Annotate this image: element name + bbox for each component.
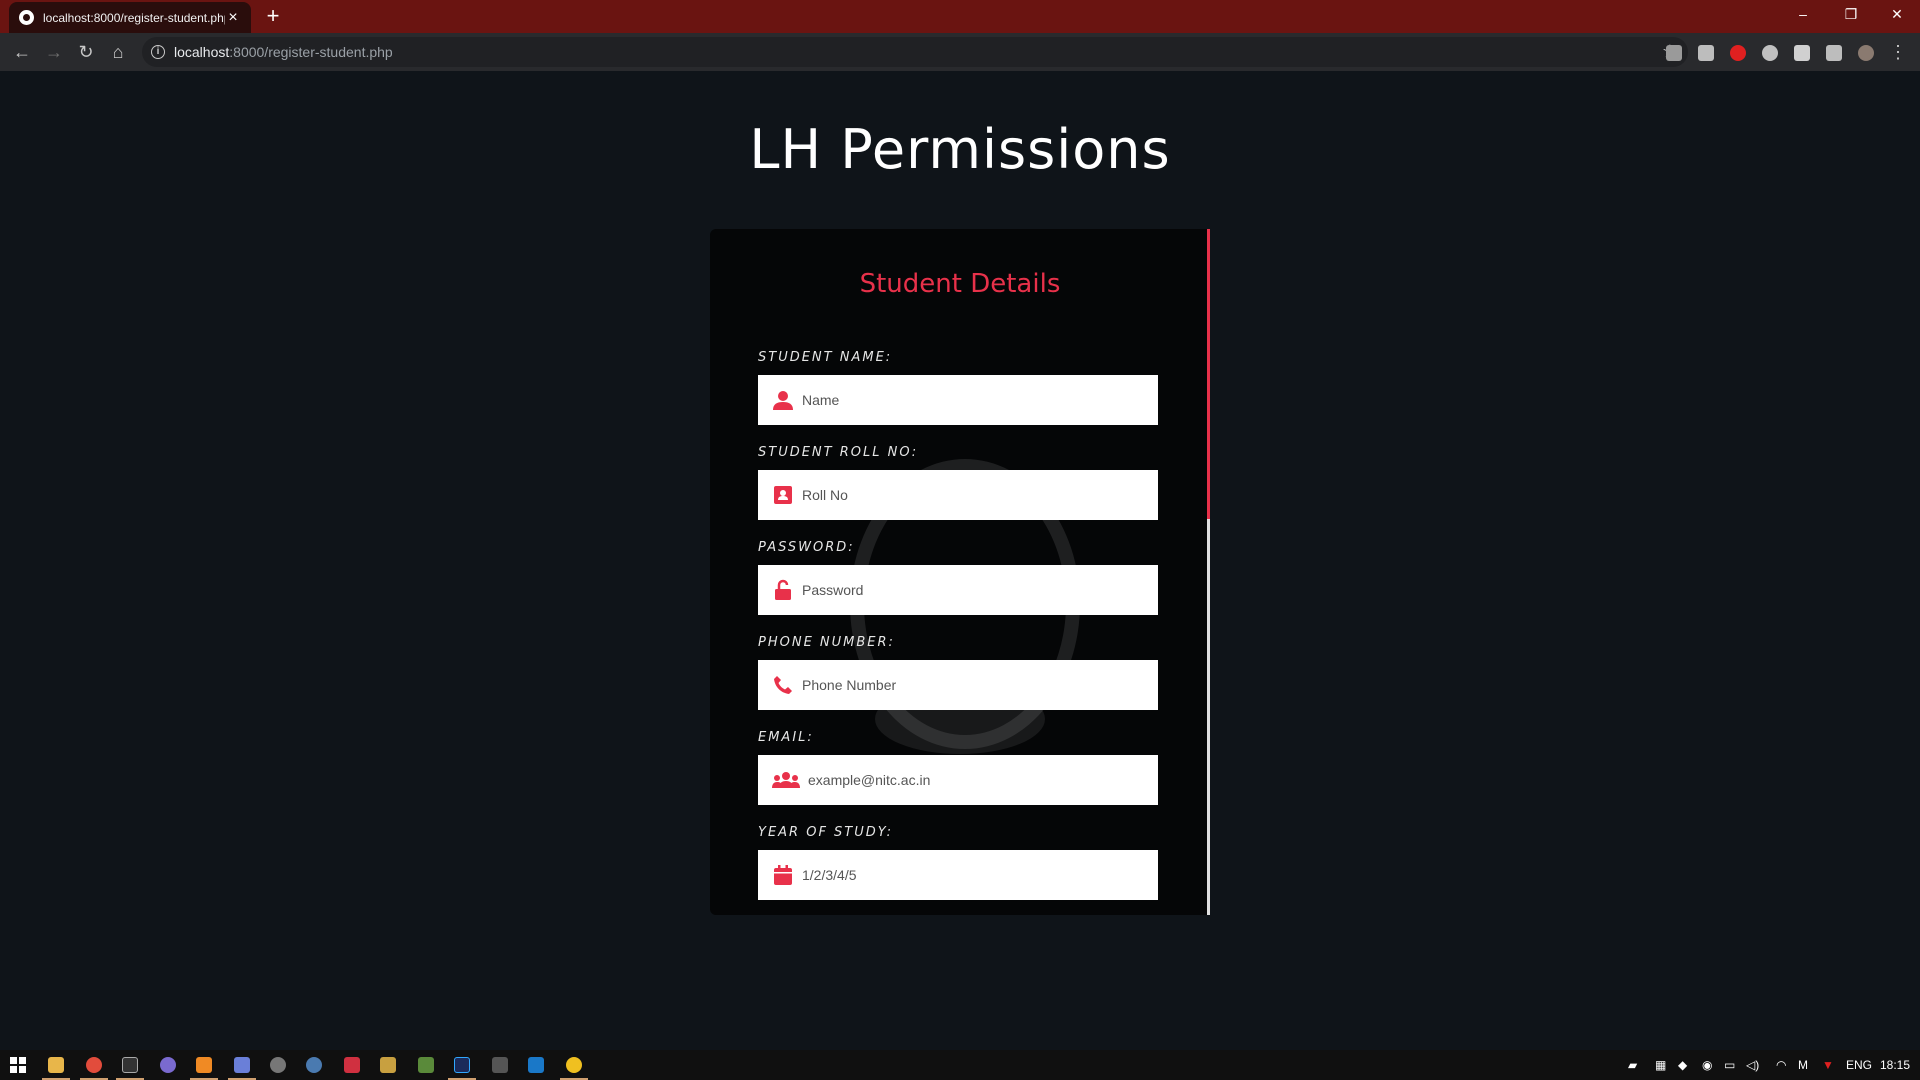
id-card-icon (772, 484, 794, 506)
extensions-puzzle-icon[interactable] (1794, 45, 1810, 61)
nvidia-icon[interactable]: ◆ (1678, 1050, 1687, 1080)
student-details-card: Student Details STUDENT NAME: STUDENT RO… (710, 229, 1210, 915)
windows-taskbar: ▰ ▦ ◆ ◉ ▭ ◁) ◠ M ▼ ENG 18:15 (0, 1050, 1920, 1080)
msi-afterburner-icon[interactable] (482, 1050, 518, 1080)
info-icon[interactable]: i (151, 45, 165, 59)
tab-title: localhost:8000/register-student.php (43, 10, 225, 25)
antivirus-icon[interactable]: ▼ (1822, 1050, 1834, 1080)
year-of-study-input[interactable] (802, 850, 1148, 900)
roll-no-field[interactable] (758, 470, 1158, 520)
year-of-study-field[interactable] (758, 850, 1158, 900)
unlock-icon (772, 579, 794, 601)
tray-keyboard-icon[interactable]: ▦ (1655, 1050, 1666, 1080)
new-tab-button[interactable]: + (262, 4, 284, 28)
year-of-study-label: YEAR OF STUDY: (758, 825, 893, 840)
eclipse-icon[interactable] (150, 1050, 186, 1080)
tab-close-button[interactable]: × (225, 9, 241, 27)
tray-app-icon[interactable]: ▰ (1628, 1050, 1637, 1080)
student-name-input[interactable] (802, 375, 1148, 425)
extension-adblock-icon[interactable] (1730, 45, 1746, 61)
card-scrollbar-thumb[interactable] (1207, 229, 1210, 519)
page-title: LH Permissions (749, 118, 1171, 181)
terminal-icon[interactable] (112, 1050, 148, 1080)
wifi-icon[interactable]: ◠ (1776, 1050, 1786, 1080)
discord-app-icon[interactable] (224, 1050, 260, 1080)
email-field[interactable] (758, 755, 1158, 805)
email-input[interactable] (808, 755, 1154, 805)
card-heading: Student Details (859, 269, 1061, 299)
phone-number-field[interactable] (758, 660, 1158, 710)
globe-icon (19, 10, 34, 25)
sublime-icon[interactable] (186, 1050, 222, 1080)
menu-kebab-icon[interactable]: ⋮ (1886, 40, 1910, 64)
email-label: EMAIL: (758, 730, 814, 745)
back-arrow-icon[interactable]: ← (10, 40, 34, 64)
outlook-icon[interactable] (518, 1050, 554, 1080)
password-input[interactable] (802, 565, 1148, 615)
password-label: PASSWORD: (758, 540, 855, 555)
browser-toolbar: ← → ↻ ⌂ i localhost:8000/register-studen… (0, 33, 1920, 71)
extension-k-icon[interactable] (1666, 45, 1682, 61)
volume-icon[interactable]: ◁) (1746, 1050, 1759, 1080)
browser-tab[interactable]: localhost:8000/register-student.php × (9, 2, 251, 33)
phone-number-label: PHONE NUMBER: (758, 635, 895, 650)
extension-incognito-icon[interactable] (1762, 45, 1778, 61)
network-icon[interactable]: ▭ (1724, 1050, 1735, 1080)
malwarebytes-icon[interactable]: M (1798, 1050, 1808, 1080)
browser-titlebar: localhost:8000/register-student.php × + … (0, 0, 1920, 33)
user-icon (772, 389, 794, 411)
close-window-button[interactable]: ✕ (1874, 0, 1920, 30)
phone-number-input[interactable] (802, 660, 1148, 710)
roll-no-label: STUDENT ROLL NO: (758, 445, 919, 460)
home-icon[interactable]: ⌂ (106, 40, 130, 64)
extension-printer-icon[interactable] (1698, 45, 1714, 61)
avatar[interactable] (1858, 45, 1874, 61)
forward-arrow-icon[interactable]: → (42, 40, 66, 64)
windows-start-icon[interactable] (0, 1050, 36, 1080)
clock[interactable]: 18:15 (1880, 1050, 1910, 1080)
student-name-label: STUDENT NAME: (758, 350, 893, 365)
calendar-icon (772, 864, 794, 886)
discord-tray-icon[interactable]: ◉ (1702, 1050, 1712, 1080)
phone-icon (772, 674, 794, 696)
vivaldi-icon[interactable] (334, 1050, 370, 1080)
minimize-button[interactable]: – (1780, 0, 1826, 30)
reload-icon[interactable]: ↻ (74, 40, 98, 64)
reading-list-icon[interactable] (1826, 45, 1842, 61)
steam-icon[interactable] (296, 1050, 332, 1080)
archive-app-icon[interactable] (370, 1050, 406, 1080)
users-icon (772, 769, 800, 791)
language-indicator[interactable]: ENG (1846, 1050, 1872, 1080)
settings-app-icon[interactable] (260, 1050, 296, 1080)
address-bar[interactable]: i localhost:8000/register-student.php ☆ (142, 37, 1688, 67)
student-name-field[interactable] (758, 375, 1158, 425)
minecraft-icon[interactable] (408, 1050, 444, 1080)
chrome-icon[interactable] (76, 1050, 112, 1080)
linux-penguin-icon[interactable] (556, 1050, 592, 1080)
restore-button[interactable]: ❐ (1828, 0, 1874, 30)
file-explorer-icon[interactable] (38, 1050, 74, 1080)
roll-no-input[interactable] (802, 470, 1148, 520)
url-text[interactable]: localhost:8000/register-student.php (174, 44, 393, 60)
photoshop-icon[interactable] (444, 1050, 480, 1080)
password-field[interactable] (758, 565, 1158, 615)
